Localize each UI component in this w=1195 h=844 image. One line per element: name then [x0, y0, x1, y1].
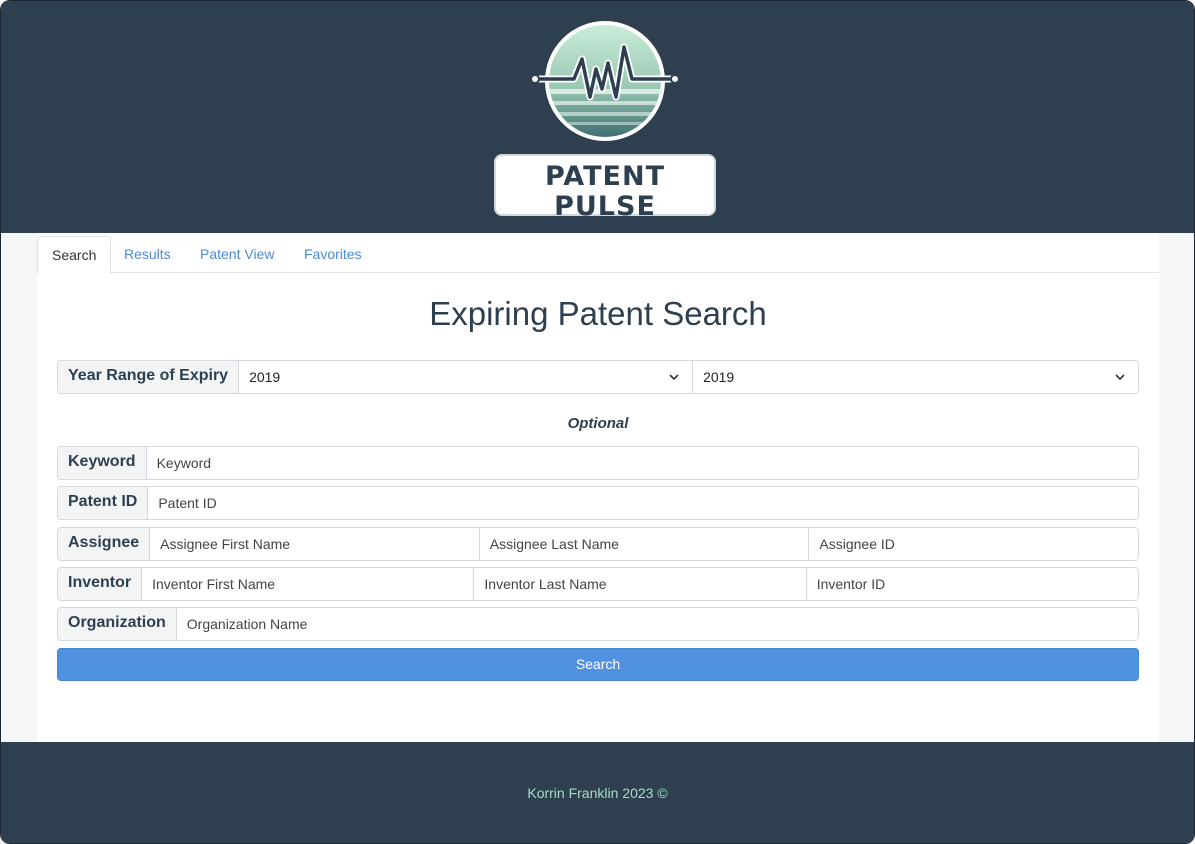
search-button[interactable]: Search: [57, 648, 1139, 681]
main-content: Search Results Patent View Favorites Exp…: [37, 233, 1159, 742]
footer: Korrin Franklin 2023 ©: [1, 742, 1194, 844]
year-from-select[interactable]: 2019: [239, 360, 693, 394]
chevron-down-icon: [1114, 372, 1126, 382]
patent-id-label: Patent ID: [57, 486, 148, 520]
footer-copyright: Korrin Franklin 2023 ©: [1, 785, 1194, 801]
year-to-select[interactable]: 2019: [693, 360, 1139, 394]
patent-id-group: Patent ID Patent ID: [57, 486, 1139, 520]
organization-name-input[interactable]: Organization Name: [177, 607, 1139, 641]
logo: PATENT PULSE Expiring Patent Search: [494, 19, 716, 217]
organization-label: Organization: [57, 607, 177, 641]
pulse-logo-icon: [530, 19, 680, 145]
header: PATENT PULSE Expiring Patent Search: [1, 1, 1194, 233]
inventor-last-name-input[interactable]: Inventor Last Name: [474, 567, 806, 601]
optional-heading: Optional: [37, 415, 1159, 432]
tab-patent-view[interactable]: Patent View: [186, 236, 288, 273]
year-range-label: Year Range of Expiry: [57, 360, 239, 394]
inventor-group: Inventor Inventor First Name Inventor La…: [57, 567, 1139, 601]
year-from-value: 2019: [249, 369, 280, 385]
patent-id-input[interactable]: Patent ID: [148, 486, 1139, 520]
assignee-last-name-input[interactable]: Assignee Last Name: [480, 527, 810, 561]
tab-results[interactable]: Results: [110, 236, 185, 273]
inventor-label: Inventor: [57, 567, 142, 601]
tab-search[interactable]: Search: [37, 236, 111, 274]
year-to-value: 2019: [703, 369, 734, 385]
keyword-input[interactable]: Keyword: [147, 446, 1139, 480]
logo-wordmark: PATENT PULSE Expiring Patent Search: [494, 154, 716, 216]
app-window: PATENT PULSE Expiring Patent Search Sear…: [0, 0, 1195, 844]
logo-divider: [505, 224, 705, 227]
assignee-id-input[interactable]: Assignee ID: [809, 527, 1139, 561]
assignee-first-name-input[interactable]: Assignee First Name: [150, 527, 480, 561]
brand-name: PATENT PULSE: [496, 162, 714, 222]
assignee-group: Assignee Assignee First Name Assignee La…: [57, 527, 1139, 561]
tab-favorites[interactable]: Favorites: [290, 236, 376, 273]
tab-bar: Search Results Patent View Favorites: [37, 236, 1159, 273]
keyword-label: Keyword: [57, 446, 147, 480]
organization-group: Organization Organization Name: [57, 607, 1139, 641]
year-range-group: Year Range of Expiry 2019 2019: [57, 360, 1139, 394]
inventor-id-input[interactable]: Inventor ID: [807, 567, 1139, 601]
chevron-down-icon: [668, 372, 680, 382]
keyword-group: Keyword Keyword: [57, 446, 1139, 480]
inventor-first-name-input[interactable]: Inventor First Name: [142, 567, 474, 601]
page-title: Expiring Patent Search: [37, 295, 1159, 333]
assignee-label: Assignee: [57, 527, 150, 561]
